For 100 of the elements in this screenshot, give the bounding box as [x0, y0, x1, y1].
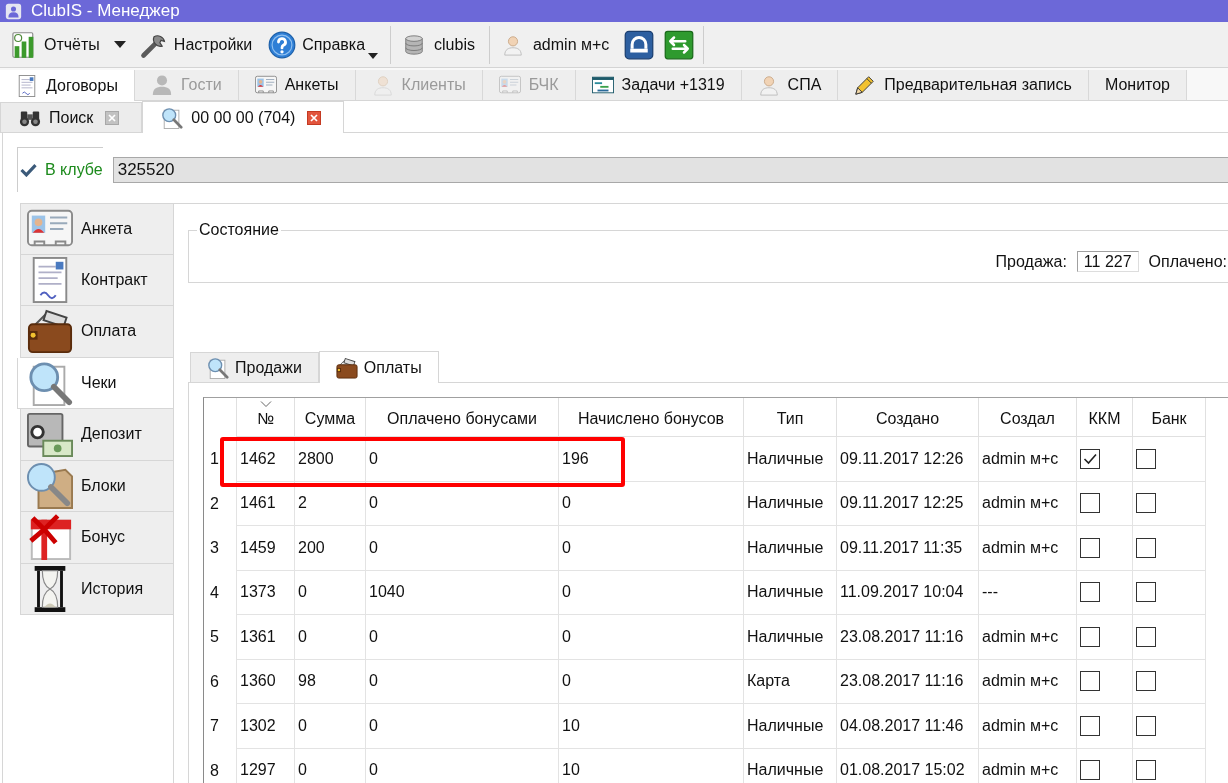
tab[interactable]: Предварительная запись	[838, 70, 1089, 100]
table-cell: 0	[562, 673, 571, 690]
tab[interactable]: Задачи +1319	[575, 70, 742, 100]
tab[interactable]: Анкеты	[238, 70, 356, 100]
checkbox[interactable]	[1136, 582, 1156, 603]
table-cell: 0	[369, 762, 378, 779]
database-icon	[403, 33, 426, 56]
wallet-icon	[27, 308, 73, 355]
sidebar-item[interactable]: Анкета	[20, 203, 173, 255]
table-cell: 1361	[240, 628, 276, 645]
toolbar-button[interactable]: Настройки	[133, 26, 259, 63]
table-cell: Наличные	[747, 450, 824, 467]
gift-icon	[27, 514, 73, 561]
checkbox[interactable]	[1136, 626, 1156, 647]
table-cell: admin м+с	[982, 762, 1059, 779]
checkbox[interactable]	[1080, 448, 1100, 469]
field-label: Продажа:	[995, 252, 1067, 271]
table-cell: 1360	[240, 673, 276, 690]
sidebar-item[interactable]: Депозит	[20, 409, 173, 461]
toolbar-label: clubis	[434, 35, 475, 54]
table-cell: 1459	[240, 539, 276, 556]
checkbox[interactable]	[1080, 582, 1100, 603]
table-cell: admin м+с	[982, 495, 1059, 512]
table-cell: 10	[562, 762, 580, 779]
checkbox[interactable]	[1080, 760, 1100, 781]
group-title: Состояние	[198, 221, 280, 239]
checkbox[interactable]	[1136, 760, 1156, 781]
column-header[interactable]: Начислено бонусов	[559, 398, 744, 437]
tab[interactable]: СПА	[741, 70, 839, 100]
row-number: 8	[210, 762, 219, 779]
table-cell: 1373	[240, 584, 276, 601]
checkbox[interactable]	[1080, 626, 1100, 647]
row-number: 2	[210, 495, 219, 512]
close-icon[interactable]	[307, 110, 322, 125]
magnifier-icon	[27, 359, 73, 406]
table-cell: 0	[562, 584, 571, 601]
toolbar-button[interactable]: Отчёты	[4, 26, 106, 63]
document-tab[interactable]: Поиск	[0, 102, 143, 132]
table-cell: Наличные	[747, 717, 824, 734]
help-icon	[268, 30, 297, 59]
checkbox[interactable]	[1080, 671, 1100, 692]
caret-icon	[113, 41, 126, 48]
value-field[interactable]: 11 227	[1076, 251, 1139, 272]
safe-icon	[27, 411, 73, 458]
checkbox[interactable]	[1136, 715, 1156, 736]
wallet-icon	[335, 356, 358, 379]
sidebar-item[interactable]: История	[20, 563, 173, 615]
menu-button[interactable]: Справка	[262, 26, 385, 63]
column-header[interactable]: №	[237, 398, 295, 437]
club-number-field[interactable]: 325520	[112, 157, 1228, 183]
table-cell: Наличные	[747, 628, 824, 645]
table-cell: 1302	[240, 717, 276, 734]
sidebar-item[interactable]: Контракт	[20, 254, 173, 306]
table-cell: Наличные	[747, 762, 824, 779]
column-header[interactable]: Банк	[1133, 398, 1206, 437]
table-cell: 23.08.2017 11:16	[840, 628, 964, 645]
checkbox[interactable]	[1080, 493, 1100, 514]
table-cell: 0	[369, 495, 378, 512]
table-cell: Наличные	[747, 495, 824, 512]
table-cell: 1040	[369, 584, 405, 601]
checkbox[interactable]	[1080, 537, 1100, 558]
table-cell: 0	[369, 673, 378, 690]
column-header[interactable]: Оплачено бонусами	[366, 398, 559, 437]
column-header[interactable]: Тип	[744, 398, 837, 437]
checkbox[interactable]	[1136, 671, 1156, 692]
table-cell: 98	[298, 673, 316, 690]
checkbox[interactable]	[1136, 493, 1156, 514]
table-cell: 0	[369, 450, 378, 467]
tab[interactable]: Договоры	[0, 70, 135, 101]
checkbox[interactable]	[1136, 448, 1156, 469]
tab[interactable]: Продажи	[190, 352, 319, 382]
column-header[interactable]: Сумма	[295, 398, 366, 437]
table-cell: admin м+с	[982, 539, 1059, 556]
column-header[interactable]: Создано	[837, 398, 979, 437]
table-cell: 01.08.2017 15:02	[840, 762, 965, 779]
person-icon	[757, 74, 780, 96]
sidebar-item[interactable]: Оплата	[20, 306, 173, 358]
window-title: ClubIS - Менеджер	[31, 1, 180, 21]
table-cell: admin м+с	[982, 717, 1059, 734]
sidebar-item[interactable]: Блоки	[20, 460, 173, 512]
tab[interactable]: Оплаты	[318, 351, 439, 383]
column-header[interactable]: ККМ	[1077, 398, 1133, 437]
checkbox[interactable]	[1136, 537, 1156, 558]
table-cell: 0	[298, 584, 307, 601]
checkbox[interactable]	[1080, 715, 1100, 736]
table-cell: 2	[298, 495, 307, 512]
table-cell: 0	[562, 539, 571, 556]
table-cell: 0	[562, 628, 571, 645]
id-card-icon	[498, 74, 521, 96]
person-icon	[150, 74, 173, 96]
table-cell: 1461	[240, 495, 276, 512]
document-tab[interactable]: 00 00 00 (704)	[142, 101, 345, 133]
table-cell: 11.09.2017 10:04	[840, 584, 964, 601]
sidebar-item[interactable]: Бонус	[20, 512, 173, 564]
column-header[interactable]: Создал	[979, 398, 1077, 437]
person-icon	[501, 33, 524, 56]
table-cell: Наличные	[747, 539, 824, 556]
tab[interactable]: Монитор	[1088, 70, 1187, 100]
table-cell: 0	[298, 762, 307, 779]
sidebar-item[interactable]: Чеки	[17, 357, 173, 409]
